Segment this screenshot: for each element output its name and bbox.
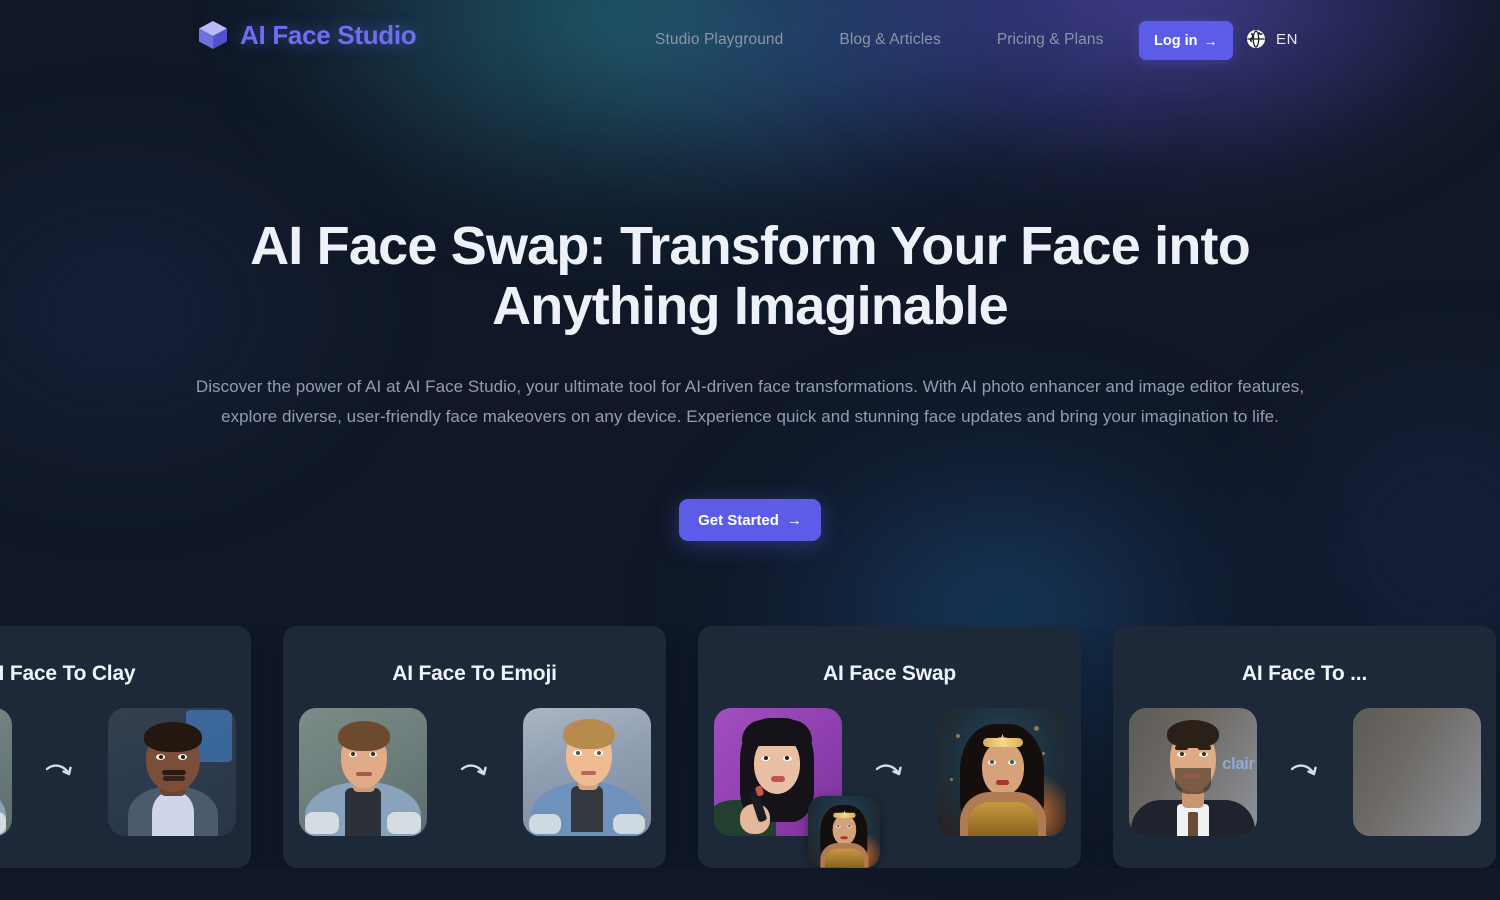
landing-page: AI Face Studio Studio Playground Blog & …	[0, 0, 1500, 900]
arrow-right-icon: →	[786, 511, 802, 529]
card-title: AI Face To Emoji	[392, 662, 557, 685]
feature-card-partial-right[interactable]: AI Face To ... clair	[1113, 626, 1496, 868]
language-code: EN	[1276, 30, 1299, 48]
globe-icon	[1247, 30, 1265, 48]
cta-container: Get Started →	[0, 499, 1500, 541]
feature-carousel[interactable]: AI Face To Clay	[0, 626, 1500, 868]
before-image	[713, 708, 880, 868]
login-button[interactable]: Log in →	[1139, 21, 1233, 60]
card-body	[0, 708, 251, 836]
after-image	[937, 708, 1066, 836]
feature-card-face-to-emoji[interactable]: AI Face To Emoji	[283, 626, 666, 868]
get-started-label: Get Started	[698, 511, 779, 529]
source-face-overlay	[807, 796, 880, 868]
nav-link-pricing-plans[interactable]: Pricing & Plans	[997, 31, 1104, 49]
before-image: clair	[1128, 708, 1257, 836]
feature-card-face-swap[interactable]: AI Face Swap	[698, 626, 1081, 868]
after-image	[1352, 708, 1481, 836]
card-title: AI Face To ...	[1241, 662, 1368, 685]
login-button-label: Log in	[1154, 32, 1198, 49]
page-title: AI Face Swap: Transform Your Face into A…	[250, 216, 1251, 336]
cube-icon	[199, 21, 227, 49]
arrow-right-icon: →	[1203, 32, 1218, 49]
hero-subtitle: Discover the power of AI at AI Face Stud…	[195, 377, 1305, 426]
main-nav: Studio Playground Blog & Articles Pricin…	[655, 0, 1103, 80]
card-title: AI Face Swap	[823, 662, 956, 685]
curved-arrow-right-icon	[45, 764, 72, 776]
get-started-button[interactable]: Get Started →	[679, 499, 821, 541]
carousel-track[interactable]: AI Face To Clay	[0, 626, 1496, 868]
curved-arrow-right-icon	[1290, 764, 1317, 776]
before-image	[0, 708, 12, 836]
nav-link-studio-playground[interactable]: Studio Playground	[655, 31, 783, 49]
after-image	[522, 708, 651, 836]
card-title: AI Face To Clay	[0, 662, 136, 685]
nav-link-blog-articles[interactable]: Blog & Articles	[839, 31, 940, 49]
curved-arrow-right-icon	[875, 764, 902, 776]
before-image	[298, 708, 427, 836]
card-body: clair	[1113, 708, 1496, 836]
brand-logo[interactable]: AI Face Studio	[196, 18, 417, 52]
site-header: AI Face Studio Studio Playground Blog & …	[0, 0, 1500, 80]
after-image	[107, 708, 236, 836]
card-body	[698, 708, 1081, 868]
brand-name: AI Face Studio	[240, 19, 417, 50]
curved-arrow-right-icon	[460, 764, 487, 776]
card-body	[283, 708, 666, 836]
language-selector[interactable]: EN	[1246, 29, 1298, 49]
feature-card-face-to-clay[interactable]: AI Face To Clay	[0, 626, 251, 868]
